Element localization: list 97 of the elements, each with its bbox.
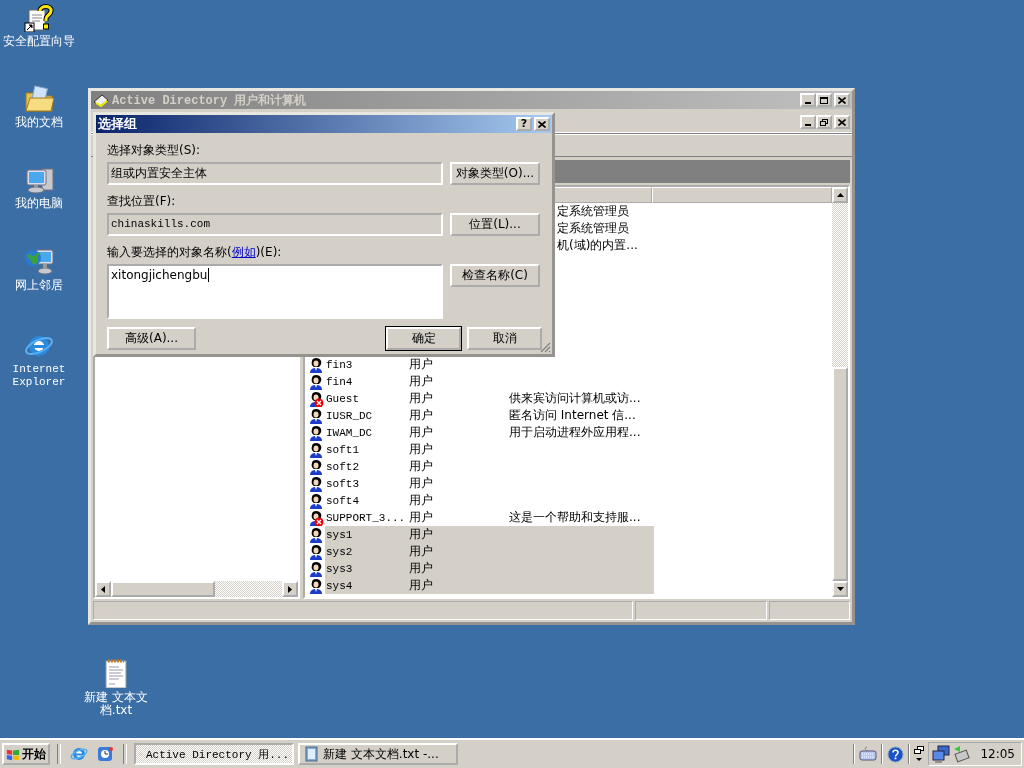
- desktop-icon-label[interactable]: 新建 文本文档.txt: [78, 691, 154, 717]
- field-label: 选择对象类型(S):: [107, 142, 202, 158]
- connection-icon: [952, 745, 971, 763]
- table-cell-text: 这是一个帮助和支持服...: [509, 509, 642, 526]
- desktop-icon-label[interactable]: 安全配置向导: [3, 35, 75, 48]
- locations-button[interactable]: 位置(L)...: [450, 213, 540, 236]
- restore-button[interactable]: [816, 115, 832, 129]
- table-cell-text: 定系统管理员: [556, 203, 629, 220]
- folder-icon: [24, 83, 54, 113]
- desktop-icon-label[interactable]: 我的文档: [15, 116, 63, 129]
- scroll-down-button[interactable]: [832, 581, 848, 597]
- ok-button[interactable]: 确定: [386, 327, 461, 350]
- advanced-button[interactable]: 高级(A)...: [107, 327, 196, 350]
- table-cell-text: 用户: [409, 407, 434, 424]
- table-cell-text: 机(域)的内置...: [556, 237, 638, 254]
- table-cell-text: 用户: [409, 543, 434, 560]
- check-names-button[interactable]: 检查名称(C): [450, 264, 540, 287]
- windows-logo-icon: [6, 747, 20, 761]
- table-cell-text: 用户: [409, 475, 434, 492]
- table-cell-text: 匿名访问 Internet 信...: [509, 407, 637, 424]
- table-cell[interactable]: sys2: [325, 545, 409, 558]
- close-button[interactable]: [834, 115, 850, 129]
- table-cell-text: 用户: [409, 441, 434, 458]
- right-arrow-icon: [288, 585, 292, 593]
- table-cell-text: 供来宾访问计算机或访...: [509, 390, 642, 407]
- examples-link[interactable]: 例如: [231, 245, 256, 259]
- restore-icon: [820, 118, 828, 126]
- browser-icon: [70, 745, 88, 763]
- table-cell-text: 用户: [409, 390, 434, 407]
- up-arrow-icon: [836, 193, 844, 197]
- close-button[interactable]: [834, 93, 850, 107]
- selected-row[interactable]: sys2 用户: [325, 543, 654, 560]
- scroll-right-button[interactable]: [282, 581, 298, 597]
- window-title: Active Directory 用户和计算机: [112, 92, 308, 109]
- keyboard-icon: [859, 746, 878, 762]
- selected-row[interactable]: sys1 用户: [325, 526, 654, 543]
- dialog-title: 选择组: [98, 115, 138, 133]
- close-button[interactable]: [534, 117, 550, 131]
- scroll-left-button[interactable]: [95, 581, 111, 597]
- help-icon: [887, 745, 905, 763]
- scroll-up-button[interactable]: [832, 187, 848, 203]
- scrollbar-thumb[interactable]: [111, 581, 215, 597]
- field-label: 查找位置(F):: [107, 193, 177, 209]
- table-cell-text: 用户: [409, 424, 434, 441]
- table-cell-text: 用户: [409, 526, 434, 543]
- object-type-field: 组或内置安全主体: [107, 162, 443, 185]
- left-arrow-icon: [101, 585, 105, 593]
- table-cell[interactable]: fin4: [325, 375, 409, 388]
- table-cell-text: 用户: [409, 560, 434, 577]
- notepad-icon: [303, 746, 319, 762]
- network-icon: [24, 246, 54, 276]
- table-cell[interactable]: soft1: [325, 443, 409, 456]
- maximize-icon: [820, 96, 828, 104]
- field-label: 输入要选择的对象名称(例如)(E):: [107, 244, 283, 260]
- taskbar-button[interactable]: 新建 文本文档.txt -...: [298, 743, 458, 765]
- desktop-icon-label[interactable]: 网上邻居: [15, 279, 63, 292]
- close-icon: [838, 96, 846, 104]
- table-cell[interactable]: soft2: [325, 460, 409, 473]
- table-cell-text: 用户: [409, 373, 434, 390]
- minimize-button[interactable]: [800, 115, 816, 129]
- table-cell[interactable]: sys3: [325, 562, 409, 575]
- minimize-button[interactable]: [800, 93, 816, 107]
- resize-grip-icon: [540, 342, 551, 353]
- maximize-button[interactable]: [816, 93, 832, 107]
- close-icon: [838, 118, 846, 126]
- object-names-field[interactable]: xitongjichengbu: [107, 264, 443, 319]
- table-cell[interactable]: soft3: [325, 477, 409, 490]
- desktop-icon-label[interactable]: 我的电脑: [15, 197, 63, 210]
- table-cell-text: 用户: [409, 509, 434, 526]
- desktop-icon-label[interactable]: Internet Explorer: [0, 363, 78, 389]
- help-button[interactable]: ?: [516, 117, 532, 131]
- table-cell-text: 用户: [409, 356, 434, 373]
- down-arrow-icon: [836, 587, 844, 591]
- scrollbar-thumb[interactable]: [832, 367, 848, 581]
- wizard-icon: [24, 2, 54, 32]
- close-icon: [538, 120, 546, 128]
- table-cell[interactable]: IWAM_DC: [325, 426, 409, 439]
- table-cell-text: 用户: [409, 492, 434, 509]
- network-icon: [932, 745, 951, 763]
- table-cell[interactable]: sys1: [325, 528, 409, 541]
- start-button[interactable]: 开始: [2, 743, 50, 765]
- selected-row[interactable]: sys3 用户: [325, 560, 654, 577]
- cancel-button[interactable]: 取消: [467, 327, 542, 350]
- selected-row[interactable]: sys4 用户: [325, 577, 654, 594]
- scanner-icon: [93, 93, 109, 107]
- table-cell[interactable]: fin3: [325, 358, 409, 371]
- table-cell[interactable]: soft4: [325, 494, 409, 507]
- table-cell-text: 用户: [409, 458, 434, 475]
- object-types-button[interactable]: 对象类型(O)...: [450, 162, 540, 185]
- windows-stack-icon: [914, 745, 925, 763]
- location-field: chinaskills.com: [107, 213, 443, 236]
- table-cell[interactable]: sys4: [325, 579, 409, 592]
- table-cell-text: 用户: [409, 577, 434, 594]
- table-cell[interactable]: IUSR_DC: [325, 409, 409, 422]
- table-cell-text: 用于启动进程外应用程...: [509, 424, 642, 441]
- clock: 12:05: [980, 747, 1015, 761]
- taskbar-button[interactable]: Active Directory 用...: [134, 743, 294, 765]
